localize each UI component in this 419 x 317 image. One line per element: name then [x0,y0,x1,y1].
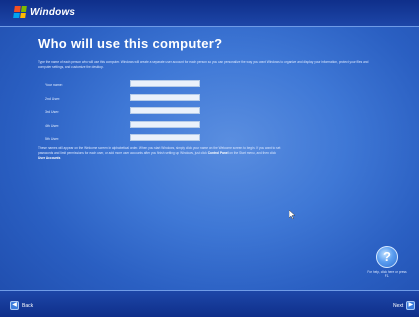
user-3-field[interactable] [130,107,200,114]
user-names-form: Your name: 2nd User: 3rd User: 4th User:… [45,80,205,148]
user-5-field[interactable] [130,134,200,141]
back-label: Back [22,302,34,309]
user-accounts-link[interactable]: User Accounts [38,156,60,160]
user-row: Your name: [45,80,205,94]
setup-screen: Windows Who will use this computer? Type… [0,0,419,317]
user-row: 2nd User: [45,93,205,108]
field-label: 3rd User: [45,110,60,114]
next-label: Next [393,302,404,309]
windows-logo-text: Windows [30,6,76,18]
user-row: 4th User: [45,120,205,135]
field-label: 5th User: [45,137,60,141]
page-title: Who will use this computer? [38,36,223,51]
control-panel-link[interactable]: Control Panel [208,151,229,155]
help-icon[interactable]: ? [376,246,398,268]
footer-bar: ◀ Back Next ▶ [0,290,419,317]
field-label: Your name: [45,83,63,87]
header-bar: Windows [0,0,419,27]
windows-logo: Windows [13,6,76,18]
user-row: 3rd User: [45,107,205,121]
your-name-field[interactable] [130,80,200,87]
windows-flag-icon [13,6,27,18]
back-button[interactable]: ◀ Back [10,301,33,310]
field-label: 4th User: [45,123,60,128]
user-2-field[interactable] [130,93,200,101]
back-arrow-icon: ◀ [10,301,19,310]
intro-text: Type the name of each person who will us… [38,60,369,69]
notes-text: These names will appear on the Welcome s… [38,146,283,161]
help-label: For help, click here or press F1. [367,270,407,278]
field-label: 2nd User: [45,96,61,101]
mouse-pointer-icon [289,210,295,219]
next-button[interactable]: Next ▶ [393,301,416,310]
next-arrow-icon: ▶ [406,301,416,310]
user-4-field[interactable] [130,120,200,128]
notes-mid: on the Start menu, and then click [229,151,276,155]
